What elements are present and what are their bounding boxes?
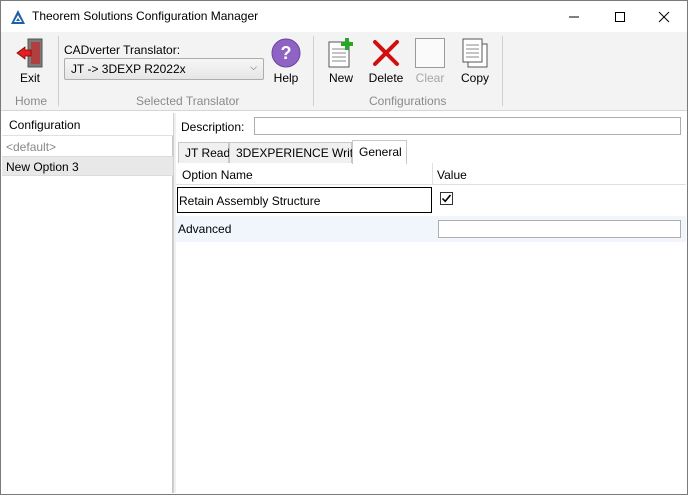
minimize-icon: [569, 16, 579, 17]
help-label: Help: [273, 71, 299, 85]
tab-general[interactable]: General: [352, 140, 407, 164]
clear-icon: [415, 38, 445, 68]
list-item-label: <default>: [6, 140, 57, 154]
list-item-default[interactable]: <default>: [2, 137, 173, 157]
ribbon-separator: [313, 36, 314, 106]
table-row[interactable]: Advanced: [176, 216, 686, 242]
option-name: Advanced: [178, 222, 232, 236]
close-button[interactable]: [641, 1, 687, 32]
clear-button[interactable]: Clear: [413, 37, 447, 85]
clear-label: Clear: [415, 71, 445, 85]
maximize-button[interactable]: [597, 1, 643, 32]
delete-button[interactable]: Delete: [367, 37, 405, 85]
exit-label: Exit: [19, 71, 40, 85]
retain-assembly-checkbox[interactable]: [440, 192, 453, 205]
option-name-cell-selected[interactable]: Retain Assembly Structure: [177, 187, 432, 213]
grid-header: Option Name Value: [176, 163, 686, 185]
translator-dropdown[interactable]: JT -> 3DEXP R2022x ⌵: [64, 58, 264, 80]
table-row[interactable]: Retain Assembly Structure: [176, 186, 686, 214]
copy-button[interactable]: Copy: [457, 37, 493, 85]
help-glyph: ?: [281, 43, 292, 63]
maximize-icon: [615, 11, 625, 22]
exit-door-icon: [16, 38, 43, 68]
column-header-value[interactable]: Value: [437, 168, 467, 182]
options-grid: Option Name Value Retain Assembly Struct…: [176, 163, 686, 493]
description-input[interactable]: [254, 117, 681, 135]
new-label: New: [328, 71, 353, 85]
help-button[interactable]: ? Help: [269, 37, 303, 85]
ribbon-separator: [58, 36, 59, 106]
option-tabs: JT Read 3DEXPERIENCE Write General: [176, 140, 686, 191]
delete-label: Delete: [368, 71, 404, 85]
configuration-header: Configuration: [2, 113, 173, 136]
exit-button[interactable]: Exit: [13, 37, 47, 85]
option-name: Retain Assembly Structure: [179, 194, 321, 208]
tab-jt-read[interactable]: JT Read: [178, 142, 231, 163]
checkmark-icon: [441, 194, 452, 203]
configuration-header-label: Configuration: [9, 118, 81, 132]
translator-label: CADverter Translator:: [64, 43, 181, 57]
configuration-detail-pane: Description: JT Read 3DEXPERIENCE Write …: [176, 113, 686, 493]
new-button[interactable]: New: [324, 37, 358, 85]
theorem-logo-icon: [11, 10, 25, 24]
list-item-new-option-3[interactable]: New Option 3: [2, 156, 173, 176]
app-window: Theorem Solutions Configuration Manager …: [0, 0, 688, 495]
copy-documents-icon: [462, 38, 488, 68]
column-header-option-name[interactable]: Option Name: [182, 168, 253, 182]
tab-3dexperience-write[interactable]: 3DEXPERIENCE Write: [229, 142, 360, 163]
column-separator[interactable]: [432, 163, 433, 185]
copy-label: Copy: [460, 71, 489, 85]
minimize-button[interactable]: [551, 1, 597, 32]
close-icon: [658, 11, 670, 22]
ribbon: Exit Home CADverter Translator: JT -> 3D…: [1, 32, 687, 111]
help-icon: ?: [271, 38, 301, 68]
tab-label: 3DEXPERIENCE Write: [236, 146, 360, 160]
tab-label: General: [359, 145, 402, 159]
list-item-label: New Option 3: [6, 160, 79, 174]
window-title: Theorem Solutions Configuration Manager: [32, 9, 259, 23]
translator-selected-value: JT -> 3DEXP R2022x: [71, 62, 186, 76]
advanced-value-input[interactable]: [438, 220, 681, 238]
configurations-group-label: Configurations: [369, 94, 447, 108]
ribbon-separator: [502, 36, 503, 106]
new-document-icon: [328, 38, 353, 68]
description-label: Description:: [181, 120, 245, 134]
tab-label: JT Read: [185, 146, 231, 160]
translator-group-label: Selected Translator: [136, 94, 240, 108]
delete-x-icon: [373, 40, 399, 66]
title-bar: Theorem Solutions Configuration Manager: [1, 1, 687, 32]
configuration-list-pane: Configuration <default> New Option 3: [2, 113, 173, 493]
home-group-label: Home: [15, 94, 48, 108]
chevron-down-icon: ⌵: [250, 62, 257, 72]
